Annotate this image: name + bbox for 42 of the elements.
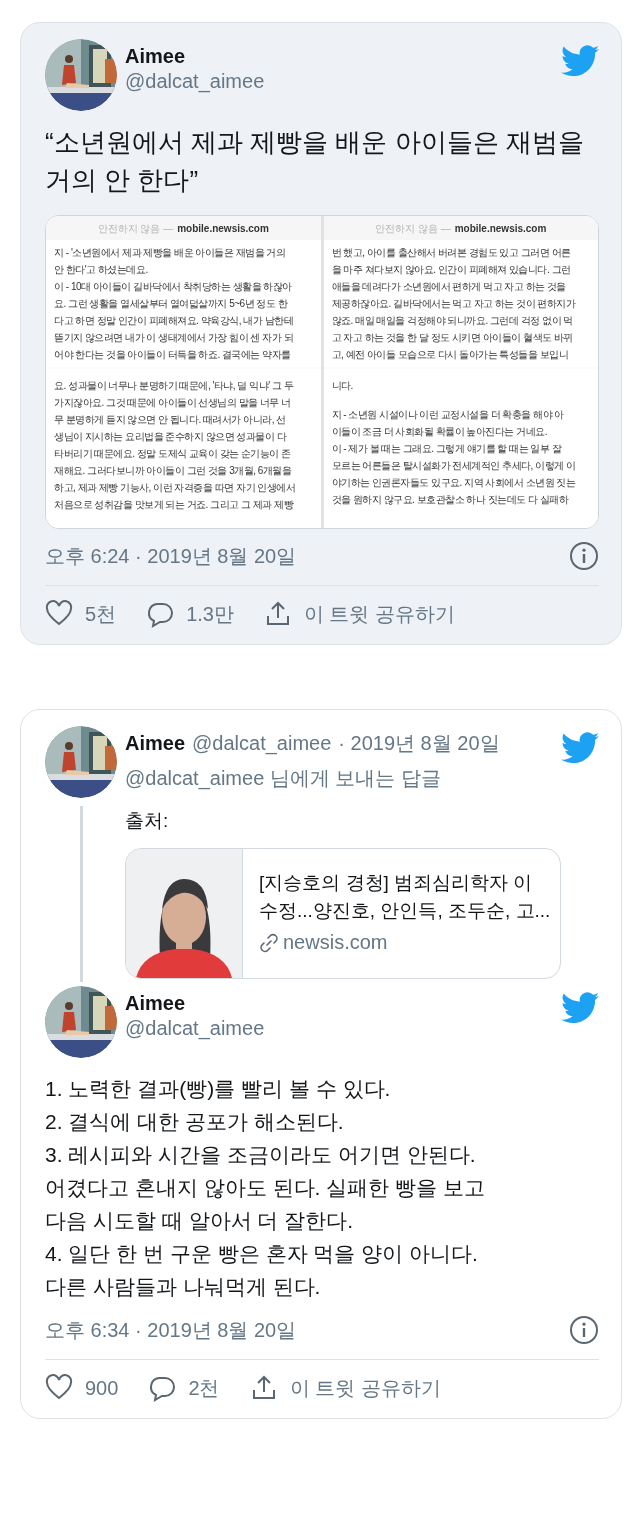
bird-icon [561,45,599,77]
like-count: 5천 [85,601,117,627]
info-icon[interactable] [569,541,599,571]
tweet-text: “소년원에서 제과 제빵을 배운 아이들은 재범을 거의 안 한다” [45,126,585,197]
timestamp: 오후 6:34 · 2019년 8월 20일 [45,1317,297,1343]
user-handle[interactable]: @dalcat_aimee [125,70,561,93]
share-link[interactable]: 이 트윗 공유하기 [303,600,456,628]
link-domain: newsis.com [283,931,388,954]
tweet-text: 출처: [125,809,170,833]
reply-count: 2천 [188,1375,220,1401]
reply-context: @dalcat_aimee 님에게 보내는 답글 [125,766,442,792]
user-name[interactable]: Aimee [125,732,186,755]
user-name[interactable]: Aimee [125,45,561,68]
tweet-date[interactable]: · 2019년 8월 20일 [338,730,500,757]
tweet-text: 1. 노력한 결과(빵)를 빨리 볼 수 있다. [45,1076,392,1102]
link-icon [259,932,279,953]
user-handle[interactable]: @dalcat_aimee [192,732,332,755]
share-link[interactable]: 이 트윗 공유하기 [289,1374,441,1402]
article-text: 번 했고, 아이를 출산해서 버려본 경험도 있고 그러면 어른 을 마주 쳐다보지 않아요. 인간이 피폐해져 있습니다. 그런 애들을 데려다가 소년원에서 편하게 먹고 자고 하는 것을 제공하잖아요. 길바닥에서는 먹고 자고 하는 것이 편하지가 않죠. 매일 매일을 걱정해야 되니까요. 그런데 걱정 없이 먹 고 자고 하는 것을 한 달 정도 시키면 아이들이 혈색도 바뀌 고, 예전 아이들 모습으로 다시 돌아가는 특성들을 보입니 [331,246,577,362]
bird-icon [561,732,599,764]
reply-icon[interactable] [146,600,175,628]
tweet-text: 4. 일단 한 번 구운 빵은 혼자 먹을 양이 아니다. 다른 사람들과 나눠먹게 된다. [45,1241,479,1300]
reply-count: 1.3만 [186,601,234,627]
url-text: mobile.newsis.com [177,223,269,234]
timestamp: 오후 6:24 · 2019년 8월 20일 [45,543,297,569]
user-handle[interactable]: @dalcat_aimee [125,1017,561,1040]
link-card[interactable]: [지승호의 경청] 범죄심리학자 이 수정...양진호, 안인득, 조두순, 고... newsis.com [125,848,561,979]
like-icon[interactable] [45,600,73,628]
tweet-text: 2. 결식에 대한 공포가 해소된다. [45,1109,345,1135]
article-text: 지 - '소년원에서 제과 제빵을 배운 아이들은 재범을 거의 안 한다'고 하셨는데요. 이 - 10대 아이들이 길바닥에서 착취당하는 생활을 하잖아 요. 그런 생활을 열세살부터 열여덟살까지 5~6년 정도 한 다고 하면 정말 인간이 피폐해져요. 약육강식, 내가 남한테 뜯기지 않으려면 내가 이 생태계에서 가장 힘이 센 자가 되 어야 한다는 것을 아이들이 터득을 하죠. 결국에는 약자를 [54,246,294,362]
like-icon[interactable] [45,1374,73,1402]
article-text: 니다. [331,379,354,393]
link-title: [지승호의 경청] 범죄심리학자 이 수정...양진호, 안인득, 조두순, 고... [259,871,551,923]
user-name[interactable]: Aimee [125,992,561,1015]
url-text: mobile.newsis.com [454,223,547,234]
article-text: 요. 성과물이 너무나 분명하기 때문에, '타냐, 덜 익냐' 그 두 가지잖아요. 그것 때문에 아이들이 선생님의 말을 너무 너 무 분명하게 듣지 않으면 안 됩니다. 때려서가 아니라, 선 생님이 지시하는 요리법을 준수하지 않으면 성과물이 다 타버리기 때문에요. 정말 도제식 교육이 갖는 순기능이 존 재해요. 그러다보니까 아이들이 그런 것을 3개월, 6개월을 하고, 제과 제빵 기능사, 이런 자격증을 따면 자기 인생에서 처음으로 성취감을 맛보게 되는 거죠. 그리고 그 제과 제빵 [54,379,297,512]
like-count: 900 [85,1376,119,1400]
bird-icon [561,992,599,1024]
reply-icon[interactable] [148,1374,177,1402]
tweet-text: 3. 레시피와 시간을 조금이라도 어기면 안된다. 어겼다고 혼내지 않아도 된다. 실패한 빵을 보고 다음 시도할 때 알아서 더 잘한다. [45,1142,486,1234]
article-text: 지 - 소년원 시설이나 이런 교정시설을 더 확충을 해야 아 이들이 조금 더 사회화될 확률이 높아진다는 거네요. 이 - 제가 볼 때는 그래요. 그렇게 얘기를 할 때는 일부 잘 모르는 어른들은 탈시설화가 전세계적인 추세다, 이렇게 이 야기하는 인권론자들도 있구요. 지역 사회에서 소년원 짓는 것을 원하지 않구요. 보호관찰소 하나 짓는데도 다 실패하 [331,408,577,507]
info-icon[interactable] [569,1315,599,1345]
